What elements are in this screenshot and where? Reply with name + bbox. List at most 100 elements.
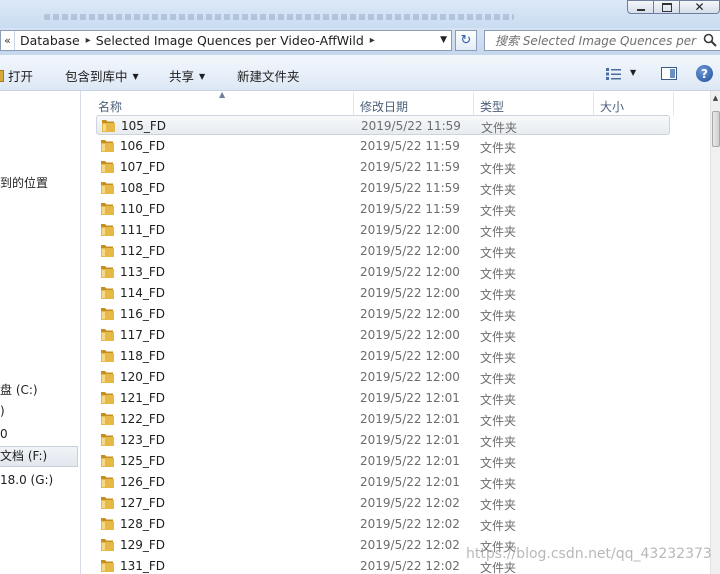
folder-icon — [101, 350, 114, 362]
address-dropdown-icon[interactable]: ▼ — [440, 35, 447, 45]
file-type: 文件夹 — [480, 330, 517, 344]
nav-item-drive-e[interactable]: 0 — [0, 427, 8, 441]
folder-icon — [101, 287, 114, 299]
folder-icon — [101, 224, 114, 236]
breadcrumb-separator-icon[interactable]: ▸ — [80, 35, 91, 46]
history-overflow-icon[interactable]: « — [1, 31, 15, 50]
share-button[interactable]: 共享 ▼ — [169, 66, 205, 85]
file-row[interactable]: 127_FD 2019/5/22 12:02 文件夹 — [96, 493, 670, 513]
file-row[interactable]: 121_FD 2019/5/22 12:01 文件夹 — [96, 388, 670, 408]
file-row[interactable]: 120_FD 2019/5/22 12:00 文件夹 — [96, 367, 670, 387]
chevron-down-icon: ▼ — [132, 72, 139, 81]
view-options-dropdown-icon[interactable]: ▼ — [630, 68, 636, 77]
folder-icon — [101, 203, 114, 215]
file-type: 文件夹 — [480, 225, 517, 239]
file-modified-date: 2019/5/22 12:01 — [360, 475, 460, 489]
folder-icon — [101, 308, 114, 320]
refresh-icon: ↻ — [460, 33, 472, 48]
file-list: ▲ 名称 修改日期 类型 大小 105_FD 2019/5/22 11:59 文件夹… — [82, 91, 710, 574]
breadcrumb-separator-icon[interactable]: ▸ — [364, 35, 375, 46]
file-row[interactable]: 114_FD 2019/5/22 12:00 文件夹 — [96, 283, 670, 303]
column-divider[interactable] — [353, 92, 354, 116]
nav-item-drive-f[interactable]: 文档 (F:) — [0, 446, 78, 467]
file-type: 文件夹 — [480, 267, 517, 281]
file-name: 126_FD — [120, 475, 166, 489]
file-name: 106_FD — [120, 139, 166, 153]
breadcrumb-current-folder[interactable]: Selected Image Quences per Video-AffWild — [91, 33, 364, 48]
file-modified-date: 2019/5/22 12:02 — [360, 559, 460, 573]
file-type: 文件夹 — [480, 141, 517, 155]
vertical-scrollbar[interactable]: ▲ — [710, 91, 720, 574]
file-type: 文件夹 — [480, 372, 517, 386]
close-button[interactable]: ✕ — [680, 0, 720, 14]
file-row[interactable]: 126_FD 2019/5/22 12:01 文件夹 — [96, 472, 670, 492]
nav-item-drive-c[interactable]: 盘 (C:) — [0, 381, 38, 398]
column-header-date[interactable]: 修改日期 — [360, 98, 408, 115]
folder-icon — [101, 518, 114, 530]
file-row[interactable]: 106_FD 2019/5/22 11:59 文件夹 — [96, 136, 670, 156]
file-type: 文件夹 — [480, 414, 517, 428]
file-modified-date: 2019/5/22 12:01 — [360, 433, 460, 447]
refresh-button[interactable]: ↻ — [455, 30, 477, 51]
file-row[interactable]: 122_FD 2019/5/22 12:01 文件夹 — [96, 409, 670, 429]
column-header-type[interactable]: 类型 — [480, 98, 504, 115]
file-row[interactable]: 113_FD 2019/5/22 12:00 文件夹 — [96, 262, 670, 282]
breadcrumb-database[interactable]: Database — [15, 33, 80, 48]
search-input[interactable] — [495, 33, 701, 48]
folder-icon — [102, 120, 115, 132]
file-modified-date: 2019/5/22 12:00 — [360, 265, 460, 279]
new-folder-button[interactable]: 新建文件夹 — [237, 66, 300, 85]
open-button[interactable]: 打开 — [0, 66, 33, 85]
column-header-size[interactable]: 大小 — [600, 98, 624, 115]
file-name: 114_FD — [120, 286, 166, 300]
file-type: 文件夹 — [480, 204, 517, 218]
file-modified-date: 2019/5/22 12:01 — [360, 391, 460, 405]
help-icon[interactable]: ? — [696, 65, 713, 82]
folder-icon — [101, 161, 114, 173]
search-icon[interactable] — [703, 33, 717, 47]
file-row[interactable]: 108_FD 2019/5/22 11:59 文件夹 — [96, 178, 670, 198]
file-row[interactable]: 128_FD 2019/5/22 12:02 文件夹 — [96, 514, 670, 534]
file-name: 127_FD — [120, 496, 166, 510]
file-modified-date: 2019/5/22 11:59 — [360, 202, 460, 216]
file-name: 129_FD — [120, 538, 166, 552]
file-name: 112_FD — [120, 244, 166, 258]
column-divider[interactable] — [473, 92, 474, 116]
file-row[interactable]: 112_FD 2019/5/22 12:00 文件夹 — [96, 241, 670, 261]
share-label: 共享 — [169, 69, 195, 84]
file-modified-date: 2019/5/22 11:59 — [360, 139, 460, 153]
file-modified-date: 2019/5/22 12:00 — [360, 370, 460, 384]
include-in-library-button[interactable]: 包含到库中 ▼ — [65, 66, 139, 85]
column-divider[interactable] — [673, 92, 674, 116]
file-row[interactable]: 123_FD 2019/5/22 12:01 文件夹 — [96, 430, 670, 450]
sort-ascending-icon: ▲ — [219, 91, 226, 99]
file-row[interactable]: 125_FD 2019/5/22 12:01 文件夹 — [96, 451, 670, 471]
scroll-up-icon[interactable]: ▲ — [711, 94, 720, 108]
file-name: 120_FD — [120, 370, 166, 384]
nav-item-recent-places[interactable]: 到的位置 — [0, 174, 48, 191]
view-options-icon[interactable] — [606, 68, 622, 80]
minimize-button[interactable] — [627, 0, 654, 14]
file-type: 文件夹 — [480, 183, 517, 197]
preview-pane-icon[interactable] — [661, 67, 677, 80]
file-row[interactable]: 107_FD 2019/5/22 11:59 文件夹 — [96, 157, 670, 177]
file-row[interactable]: 118_FD 2019/5/22 12:00 文件夹 — [96, 346, 670, 366]
file-row[interactable]: 111_FD 2019/5/22 12:00 文件夹 — [96, 220, 670, 240]
column-divider[interactable] — [593, 92, 594, 116]
maximize-icon — [661, 2, 672, 12]
file-row[interactable]: 110_FD 2019/5/22 11:59 文件夹 — [96, 199, 670, 219]
column-header-name[interactable]: 名称 — [98, 98, 122, 115]
maximize-button[interactable] — [654, 0, 680, 14]
file-row[interactable]: 116_FD 2019/5/22 12:00 文件夹 — [96, 304, 670, 324]
search-box[interactable] — [484, 30, 720, 51]
file-type: 文件夹 — [480, 435, 517, 449]
file-modified-date: 2019/5/22 11:59 — [361, 119, 461, 133]
file-type: 文件夹 — [480, 309, 517, 323]
scrollbar-thumb[interactable] — [712, 111, 720, 147]
address-bar[interactable]: « Database ▸ Selected Image Quences per … — [0, 30, 452, 51]
file-row[interactable]: 105_FD 2019/5/22 11:59 文件夹 — [96, 115, 670, 135]
folder-icon — [101, 329, 114, 341]
file-row[interactable]: 117_FD 2019/5/22 12:00 文件夹 — [96, 325, 670, 345]
nav-item-drive-d[interactable]: ) — [0, 404, 5, 418]
nav-item-drive-g[interactable]: 18.0 (G:) — [0, 473, 53, 487]
